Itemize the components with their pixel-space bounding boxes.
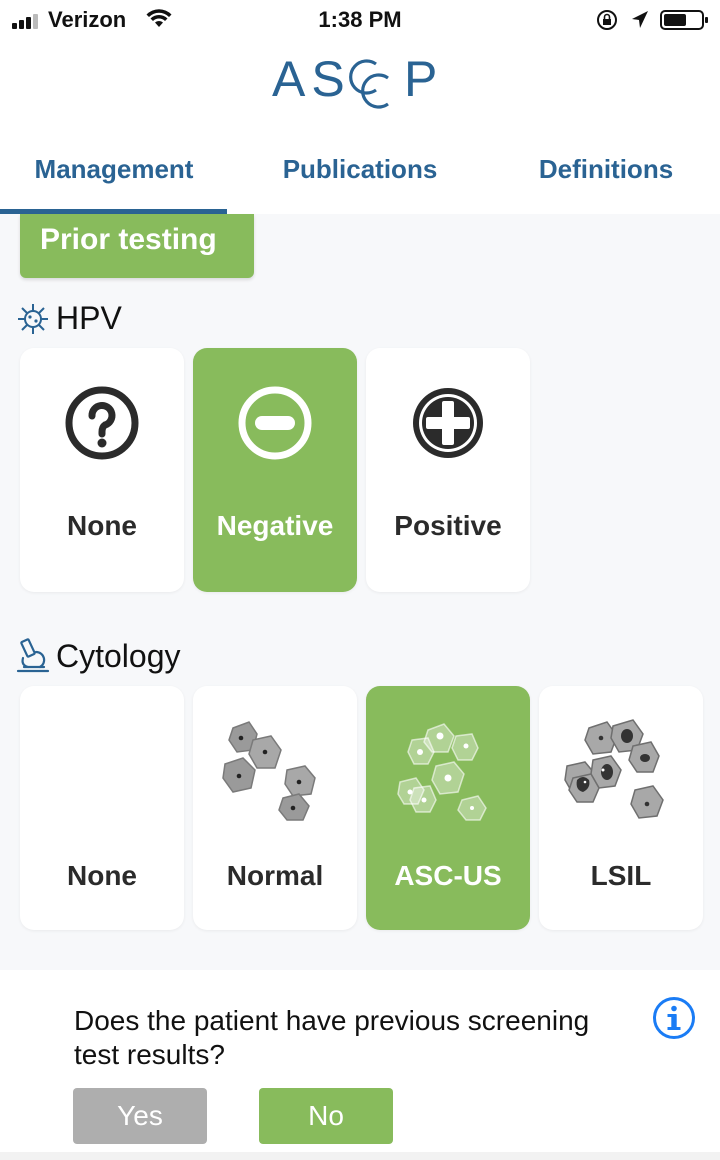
hpv-title: HPV bbox=[56, 300, 122, 336]
cytology-option-lsil[interactable]: LSIL bbox=[539, 686, 703, 930]
info-circle-icon[interactable] bbox=[652, 996, 696, 1040]
plus-circle-icon bbox=[413, 388, 483, 458]
no-button[interactable]: No bbox=[259, 1088, 393, 1144]
content-area: Prior testing HPV None Negative Positive… bbox=[0, 214, 720, 970]
svg-text:P: P bbox=[404, 51, 437, 107]
tab-bar: Management Publications Definitions bbox=[0, 140, 720, 214]
cytology-option-ascus[interactable]: ASC-US bbox=[366, 686, 530, 930]
orientation-lock-icon bbox=[597, 10, 617, 30]
virus-icon bbox=[18, 304, 48, 334]
tab-definitions[interactable]: Definitions bbox=[492, 140, 720, 198]
hpv-option-negative[interactable]: Negative bbox=[193, 348, 357, 592]
yes-button[interactable]: Yes bbox=[73, 1088, 207, 1144]
question-circle-icon bbox=[65, 386, 139, 460]
svg-text:AS: AS bbox=[272, 51, 351, 107]
tab-publications[interactable]: Publications bbox=[246, 140, 474, 198]
cytology-none-label: None bbox=[67, 860, 137, 891]
tab-management[interactable]: Management bbox=[0, 140, 228, 198]
battery-icon bbox=[660, 10, 708, 30]
cytology-ascus-label: ASC-US bbox=[394, 860, 502, 891]
hpv-option-none[interactable]: None bbox=[20, 348, 184, 592]
location-arrow-icon bbox=[632, 11, 648, 28]
bottom-divider bbox=[0, 1152, 720, 1160]
hpv-positive-label: Positive bbox=[394, 510, 502, 541]
status-bar: Verizon 1:38 PM bbox=[0, 0, 720, 40]
ascp-logo: AS P bbox=[272, 51, 437, 109]
cytology-lsil-label: LSIL bbox=[590, 860, 652, 891]
hpv-option-positive[interactable]: Positive bbox=[366, 348, 530, 592]
question-text: Does the patient have previous screening… bbox=[74, 1005, 590, 1070]
microscope-icon bbox=[16, 638, 50, 673]
banner-label: Prior testing bbox=[40, 223, 217, 256]
cytology-option-normal[interactable]: Normal bbox=[193, 686, 357, 930]
minus-circle-icon bbox=[238, 386, 312, 460]
cytology-option-none[interactable]: None bbox=[20, 686, 184, 930]
ascus-cells-icon bbox=[397, 723, 487, 821]
hpv-none-label: None bbox=[67, 510, 137, 541]
cytology-normal-label: Normal bbox=[226, 860, 324, 891]
hpv-negative-label: Negative bbox=[216, 510, 334, 541]
prior-testing-banner: Prior testing bbox=[20, 214, 254, 278]
lsil-cells-icon bbox=[564, 719, 664, 819]
normal-cells-icon bbox=[222, 721, 316, 821]
cytology-title: Cytology bbox=[56, 638, 181, 674]
